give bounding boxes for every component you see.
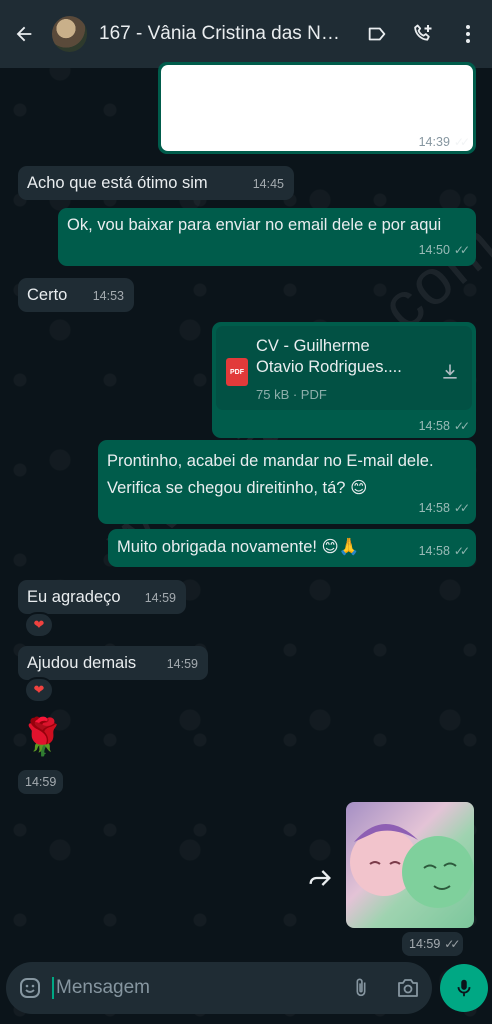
incoming-message[interactable]: Eu agradeço 14:59 xyxy=(18,580,186,614)
image-message[interactable]: 14:39 ✓✓ xyxy=(158,62,476,154)
emoji-icon[interactable] xyxy=(18,976,42,1000)
camera-icon[interactable] xyxy=(396,977,420,999)
microphone-button[interactable] xyxy=(440,964,488,1012)
rose-emoji-message[interactable]: 🌹 xyxy=(20,716,65,758)
pdf-file-icon: PDF xyxy=(226,358,248,386)
outgoing-message[interactable]: Prontinho, acabei de mandar no E-mail de… xyxy=(98,440,476,524)
read-ticks-icon: ✓✓ xyxy=(453,544,470,558)
message-time: 14:59 ✓✓ xyxy=(402,932,464,956)
heart-reaction-icon[interactable]: ❤ xyxy=(24,677,54,703)
read-ticks-icon: ✓✓ xyxy=(453,501,470,515)
message-time: 14:59 xyxy=(144,591,176,605)
message-text: Ajudou demais xyxy=(27,654,137,672)
message-text: Acho que está ótimo sim xyxy=(27,174,208,192)
chat-title[interactable]: 167 - Vânia Cristina das Ne... xyxy=(99,23,345,45)
read-ticks-icon: ✓✓ xyxy=(453,135,470,149)
message-time: 14:58 ✓✓ xyxy=(419,540,470,562)
message-text: Ok, vou baixar para enviar no email dele… xyxy=(67,216,442,234)
document-message[interactable]: PDF CV - Guilherme Otavio Rodrigues.... … xyxy=(212,322,476,438)
document-meta: 75 kB · PDF xyxy=(256,387,327,402)
chat-header: 167 - Vânia Cristina das Ne... xyxy=(0,0,492,68)
document-name: CV - Guilherme Otavio Rodrigues.... 75 k… xyxy=(256,336,426,405)
message-time: 14:59 xyxy=(18,770,64,794)
incoming-message[interactable]: Acho que está ótimo sim 14:45 xyxy=(18,166,294,200)
message-time: 14:58 ✓✓ xyxy=(419,497,470,519)
message-time: 14:59 xyxy=(166,657,198,671)
arrow-back-icon[interactable] xyxy=(10,20,38,48)
incoming-message[interactable]: Certo 14:53 xyxy=(18,278,134,312)
message-time: 14:53 xyxy=(92,289,124,303)
document-preview[interactable]: PDF CV - Guilherme Otavio Rodrigues.... … xyxy=(216,326,472,410)
read-ticks-icon: ✓✓ xyxy=(453,419,470,433)
outgoing-message[interactable]: Muito obrigada novamente! 😊🙏 14:58 ✓✓ xyxy=(108,529,476,567)
message-time: 14:58 ✓✓ xyxy=(418,419,470,433)
message-text: Prontinho, acabei de mandar no E-mail de… xyxy=(107,452,434,497)
message-composer xyxy=(6,962,432,1014)
more-vert-icon[interactable] xyxy=(454,20,482,48)
message-time: 14:39 ✓✓ xyxy=(418,135,470,149)
label-icon[interactable] xyxy=(363,20,391,48)
read-ticks-icon: ✓✓ xyxy=(453,243,470,257)
avatar[interactable] xyxy=(51,16,88,52)
incoming-message[interactable]: Ajudou demais 14:59 xyxy=(18,646,208,680)
microphone-icon xyxy=(457,979,471,997)
attach-icon[interactable] xyxy=(350,976,372,1000)
message-text: Muito obrigada novamente! 😊🙏 xyxy=(117,538,360,556)
heart-reaction-icon[interactable]: ❤ xyxy=(24,612,54,638)
add-call-icon[interactable] xyxy=(409,20,437,48)
message-time: 14:50 ✓✓ xyxy=(419,239,470,261)
sticker-message[interactable] xyxy=(346,802,474,928)
read-ticks-icon: ✓✓ xyxy=(444,937,460,951)
message-text: Certo xyxy=(27,286,68,304)
forward-icon[interactable] xyxy=(306,864,334,892)
message-input[interactable] xyxy=(52,977,350,999)
download-icon[interactable] xyxy=(440,362,460,382)
message-text: Eu agradeço xyxy=(27,588,121,606)
message-time: 14:45 xyxy=(252,177,284,191)
outgoing-message[interactable]: Ok, vou baixar para enviar no email dele… xyxy=(58,208,476,266)
